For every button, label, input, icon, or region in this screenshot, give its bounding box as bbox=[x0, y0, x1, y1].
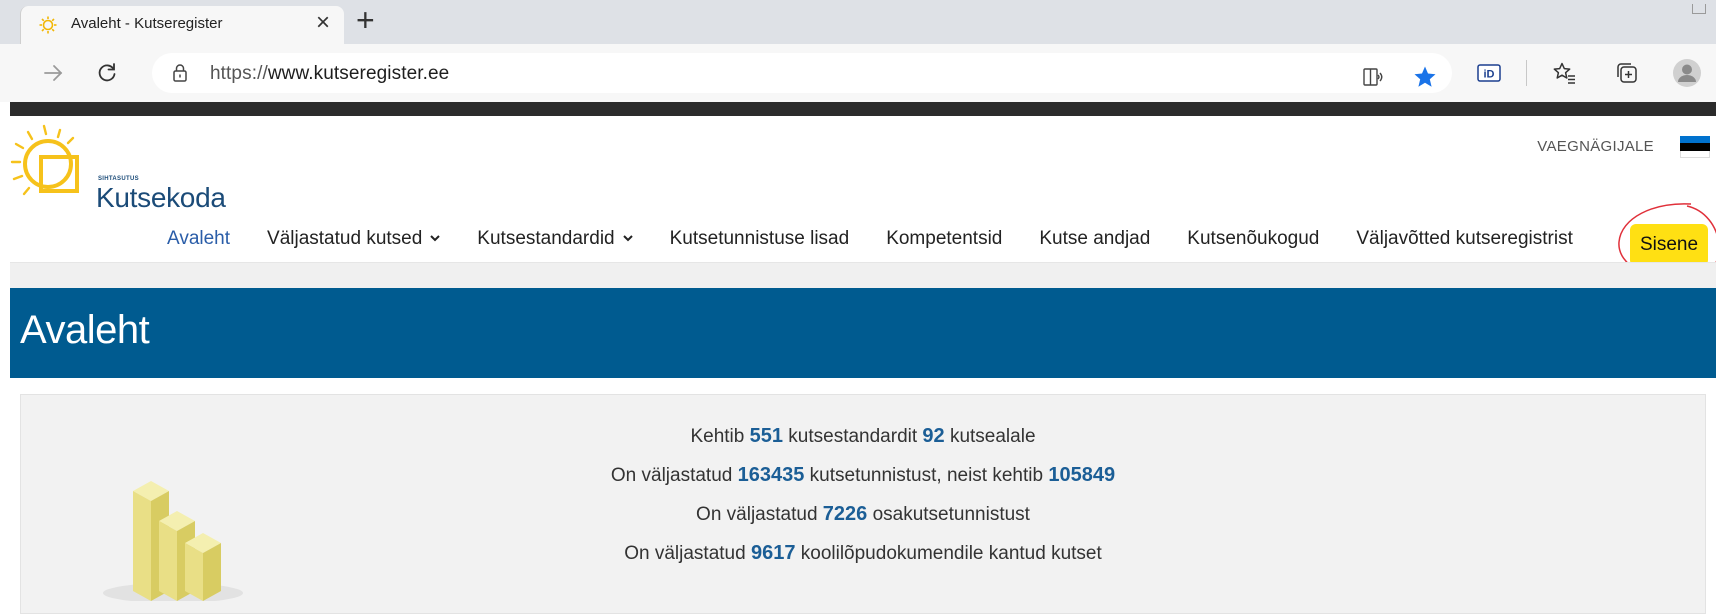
browser-toolbar: https://www.kutseregister.ee iD bbox=[0, 44, 1716, 102]
page-title: Avaleht bbox=[20, 308, 150, 352]
immersive-reader-icon[interactable] bbox=[1358, 62, 1388, 92]
nav-item-valjastatud-kutsed[interactable]: Väljastatud kutsed bbox=[267, 228, 441, 250]
chevron-down-icon bbox=[430, 235, 441, 242]
favorites-list-icon[interactable] bbox=[1548, 56, 1582, 90]
stat-value: 92 bbox=[922, 425, 945, 447]
tab-title: Avaleht - Kutseregister bbox=[71, 15, 223, 32]
nav-item-valjavotted[interactable]: Väljavõtted kutseregistrist bbox=[1356, 228, 1573, 250]
estonian-flag-icon[interactable] bbox=[1680, 136, 1710, 158]
kutsekoda-logo[interactable]: SIHTASUTUS Kutsekoda bbox=[10, 124, 250, 224]
browser-tab[interactable]: Avaleht - Kutseregister × bbox=[20, 6, 344, 44]
stat-value: 9617 bbox=[750, 542, 796, 564]
nav-item-kutsestandardid[interactable]: Kutsestandardid bbox=[477, 228, 633, 250]
header-divider-strip bbox=[10, 262, 1716, 288]
favorite-star-icon[interactable] bbox=[1410, 62, 1440, 92]
stat-line-certificates: On väljastatud 163435 kutsetunnistust, n… bbox=[610, 464, 1116, 486]
window-control-icon[interactable] bbox=[1692, 4, 1706, 14]
nav-item-kutsenoukogud[interactable]: Kutsenõukogud bbox=[1187, 228, 1319, 250]
stat-value: 551 bbox=[749, 425, 783, 447]
page-hero-banner: Avaleht bbox=[10, 288, 1716, 378]
collections-icon[interactable] bbox=[1610, 56, 1644, 90]
main-navigation: Avaleht Väljastatud kutsed Kutsestandard… bbox=[167, 214, 1610, 264]
back-arrow-icon[interactable] bbox=[36, 56, 70, 90]
stat-value: 163435 bbox=[737, 464, 805, 486]
address-bar[interactable]: https://www.kutseregister.ee bbox=[152, 53, 1452, 93]
stat-line-school-documents: On väljastatud 9617 koolilõpudokumendile… bbox=[624, 542, 1102, 564]
page-top-bar bbox=[10, 102, 1716, 116]
stat-line-partial-certificates: On väljastatud 7226 osakutsetunnistust bbox=[696, 503, 1030, 525]
website: SIHTASUTUS Kutsekoda VAEGNÄGIJALE Avaleh… bbox=[10, 116, 1716, 614]
lock-icon[interactable] bbox=[172, 63, 188, 88]
browser-tab-strip: Avaleht - Kutseregister × + bbox=[0, 0, 1716, 44]
sun-logo-icon bbox=[10, 124, 79, 196]
reload-icon[interactable] bbox=[90, 56, 124, 90]
nav-item-kutsetunnistuse-lisad[interactable]: Kutsetunnistuse lisad bbox=[670, 228, 850, 250]
kutsekoda-favicon-icon bbox=[39, 16, 57, 34]
svg-text:iD: iD bbox=[1484, 69, 1495, 81]
nav-item-kutse-andjad[interactable]: Kutse andjad bbox=[1039, 228, 1150, 250]
nav-item-avaleht[interactable]: Avaleht bbox=[167, 228, 230, 250]
nav-item-kompetentsid[interactable]: Kompetentsid bbox=[886, 228, 1002, 250]
id-extension-icon[interactable]: iD bbox=[1472, 56, 1506, 90]
profile-icon[interactable] bbox=[1670, 56, 1704, 90]
statistics-panel: Kehtib 551 kutsestandardit 92 kutsealale… bbox=[20, 394, 1706, 614]
statistics-list: Kehtib 551 kutsestandardit 92 kutsealale… bbox=[21, 423, 1705, 579]
tab-close-icon[interactable]: × bbox=[316, 10, 330, 36]
chevron-down-icon bbox=[622, 235, 633, 242]
stat-line-standards: Kehtib 551 kutsestandardit 92 kutsealale bbox=[690, 425, 1036, 447]
url-text: https://www.kutseregister.ee bbox=[210, 63, 450, 84]
new-tab-icon[interactable]: + bbox=[356, 2, 375, 38]
logo-name: Kutsekoda bbox=[96, 182, 226, 213]
accessibility-link[interactable]: VAEGNÄGIJALE bbox=[1537, 138, 1654, 155]
stat-value: 7226 bbox=[822, 503, 868, 525]
toolbar-separator bbox=[1526, 60, 1527, 86]
stat-value: 105849 bbox=[1048, 464, 1116, 486]
